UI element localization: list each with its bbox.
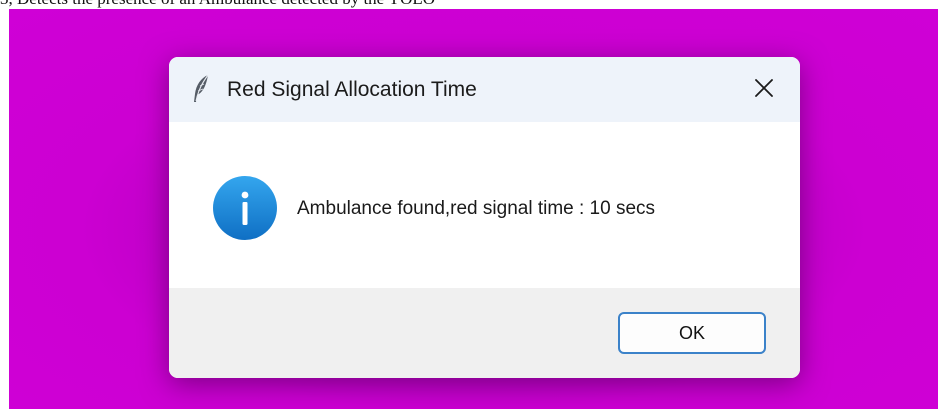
background-document-strip: 3, Detects the presence of an Ambulance … [0, 0, 945, 9]
ok-button[interactable]: OK [618, 312, 766, 354]
dialog-message: Ambulance found,red signal time : 10 sec… [297, 198, 656, 219]
close-button[interactable] [740, 69, 788, 111]
feather-icon [191, 74, 211, 104]
desktop-background: Red Signal Allocation Time Ambulance fou… [9, 9, 938, 409]
dialog-content: Ambulance found,red signal time : 10 sec… [169, 122, 800, 288]
info-icon [212, 175, 278, 241]
dialog-titlebar[interactable]: Red Signal Allocation Time [169, 57, 800, 122]
cropped-caption-text: 3, Detects the presence of an Ambulance … [0, 0, 435, 8]
dialog-title: Red Signal Allocation Time [227, 78, 477, 101]
dialog-footer: OK [169, 288, 800, 378]
message-dialog: Red Signal Allocation Time Ambulance fou… [169, 57, 800, 378]
screenshot-page: 3, Detects the presence of an Ambulance … [0, 0, 945, 409]
close-icon [754, 78, 774, 103]
